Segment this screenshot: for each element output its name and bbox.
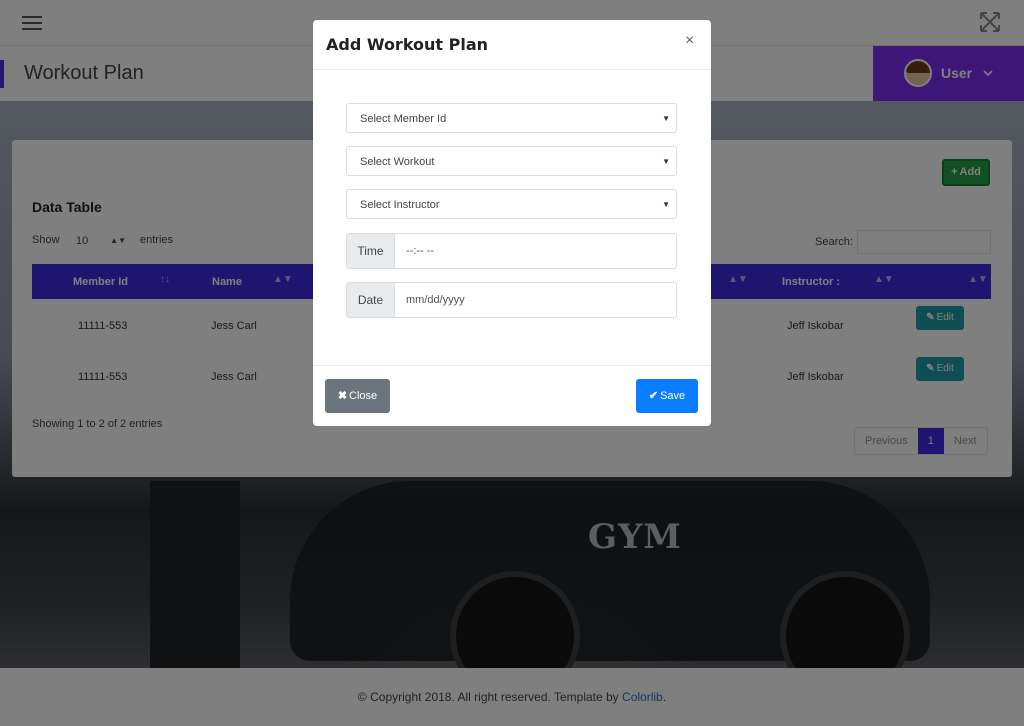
caret-down-icon: ▼ <box>662 114 670 123</box>
date-field[interactable]: Date mm/dd/yyyy <box>346 282 677 318</box>
time-label: Time <box>347 234 395 268</box>
time-field[interactable]: Time --:-- -- <box>346 233 677 269</box>
workout-select-value: Select Workout <box>360 156 435 168</box>
x-icon: ✖ <box>337 390 348 402</box>
instructor-select-value: Select Instructor <box>360 199 440 211</box>
workout-select[interactable]: Select Workout ▼ <box>346 146 677 176</box>
time-input[interactable]: --:-- -- <box>406 245 434 257</box>
date-input[interactable]: mm/dd/yyyy <box>406 294 465 306</box>
member-id-select[interactable]: Select Member Id ▼ <box>346 103 677 133</box>
modal-title: Add Workout Plan <box>326 35 489 54</box>
close-button-label: Close <box>349 390 378 402</box>
caret-down-icon: ▼ <box>662 200 670 209</box>
close-icon[interactable]: × <box>685 32 694 50</box>
check-icon: ✔ <box>648 390 659 402</box>
instructor-select[interactable]: Select Instructor ▼ <box>346 189 677 219</box>
caret-down-icon: ▼ <box>662 157 670 166</box>
date-label: Date <box>347 283 395 317</box>
member-id-select-value: Select Member Id <box>360 113 447 125</box>
save-button[interactable]: ✔ Save <box>636 379 698 413</box>
save-button-label: Save <box>660 390 686 402</box>
modal-header: Add Workout Plan × <box>313 20 711 70</box>
modal-footer: ✖ Close ✔ Save <box>313 365 711 426</box>
add-workout-plan-modal: Add Workout Plan × Select Member Id ▼ Se… <box>313 20 711 426</box>
close-button[interactable]: ✖ Close <box>325 379 390 413</box>
